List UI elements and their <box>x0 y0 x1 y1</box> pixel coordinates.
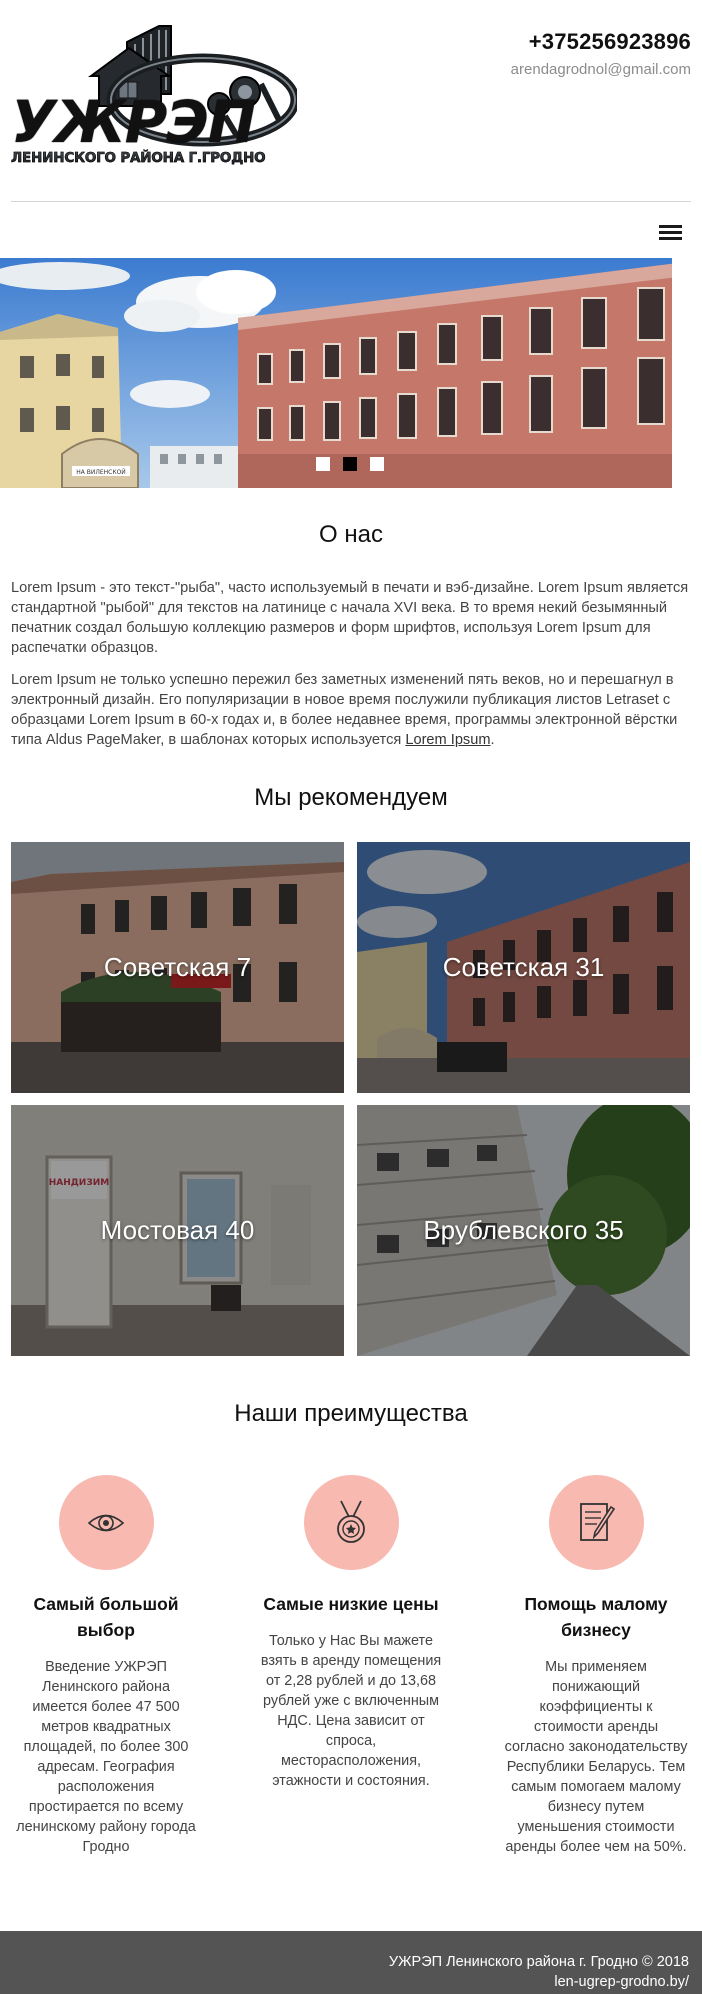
property-card-label: Мостовая 40 <box>100 1215 255 1245</box>
advantage-item: Помощь малому бизнесу Мы применяем пониж… <box>496 1475 696 1857</box>
hero-slider[interactable]: НА ВИЛЕНСКОЙ <box>0 258 686 488</box>
advantages-section: Наши преимущества Самый большой выбор Вв… <box>0 1400 702 1868</box>
about-paragraph-2: Lorem Ipsum не только успешно пережил бе… <box>11 670 691 750</box>
site-footer: УЖРЭП Ленинского района г. Гродно © 2018… <box>0 1931 702 1994</box>
recommend-section: Мы рекомендуем Советская 7 Советская 31 … <box>0 784 702 1356</box>
property-cards: Советская 7 Советская 31 НАНДИЗИМ Мостов… <box>11 842 691 1356</box>
about-section: О нас Lorem Ipsum - это текст-"рыба", ча… <box>0 521 702 750</box>
header-contacts: +375256923896 arendagrodnol@gmail.com <box>511 29 691 78</box>
advantage-title: Помощь малому бизнесу <box>524 1594 668 1640</box>
property-card-label: Советская 31 <box>442 952 605 982</box>
slider-dot-2[interactable] <box>343 457 357 471</box>
logo[interactable]: УЖРЭП ЛЕНИНСКОГО РАЙОНА Г.ГРОДНО <box>11 24 300 174</box>
about-paragraph-1: Lorem Ipsum - это текст-"рыба", часто ис… <box>11 580 689 656</box>
about-paragraph-2-text: Lorem Ipsum не только успешно пережил бе… <box>11 672 678 748</box>
lorem-ipsum-link[interactable]: Lorem Ipsum <box>405 732 490 748</box>
main-nav <box>0 202 702 258</box>
slider-dot-3[interactable] <box>370 457 384 471</box>
phone-number[interactable]: +375256923896 <box>511 29 691 55</box>
advantage-item: Самые низкие цены Только у Нас Вы мажете… <box>251 1475 451 1791</box>
logo-subtitle: ЛЕНИНСКОГО РАЙОНА Г.ГРОДНО <box>11 150 266 167</box>
recommend-title: Мы рекомендуем <box>254 784 448 811</box>
slider-image: НА ВИЛЕНСКОЙ <box>0 258 686 488</box>
property-card[interactable]: Врублевского 35 <box>357 1105 690 1356</box>
footer-copyright: УЖРЭП Ленинского района г. Гродно © 2018 <box>388 1954 689 1970</box>
advantage-text: Введение УЖРЭП Ленинского района имеется… <box>16 1659 196 1855</box>
eye-icon <box>58 1475 154 1570</box>
advantage-title: Самый большой выбор <box>33 1594 179 1640</box>
footer-site-link[interactable]: len-ugrep-grodno.by/ <box>0 1972 689 1992</box>
property-card[interactable]: Советская 31 <box>357 842 690 1093</box>
hamburger-menu-icon[interactable] <box>659 225 682 240</box>
advantage-title: Самые низкие цены <box>263 1594 439 1614</box>
site-header: УЖРЭП ЛЕНИНСКОГО РАЙОНА Г.ГРОДНО +375256… <box>0 0 702 202</box>
about-paragraph-2-end: . <box>490 732 495 748</box>
property-card-label: Врублевского 35 <box>423 1215 624 1245</box>
slider-dot-1[interactable] <box>316 457 330 471</box>
advantage-item: Самый большой выбор Введение УЖРЭП Ленин… <box>6 1475 206 1857</box>
medal-icon <box>303 1475 399 1570</box>
property-card[interactable]: НАНДИЗИМ Мостовая 40 <box>11 1105 344 1356</box>
property-card[interactable]: Советская 7 <box>11 842 344 1093</box>
about-title: О нас <box>319 521 383 548</box>
email-address[interactable]: arendagrodnol@gmail.com <box>511 61 691 78</box>
advantage-text: Только у Нас Вы мажете взять в аренду по… <box>260 1633 442 1789</box>
advantages-list: Самый большой выбор Введение УЖРЭП Ленин… <box>0 1428 702 1868</box>
logo-title: УЖРЭП <box>11 88 256 156</box>
advantages-title: Наши преимущества <box>234 1400 468 1427</box>
slider-sign-text: НА ВИЛЕНСКОЙ <box>76 469 126 476</box>
advantage-text: Мы применяем понижающий коэффициенты к с… <box>504 1659 688 1855</box>
property-card-label: Советская 7 <box>103 952 252 982</box>
about-text: Lorem Ipsum - это текст-"рыба", часто ис… <box>11 578 691 750</box>
document-pen-icon <box>548 1475 644 1570</box>
